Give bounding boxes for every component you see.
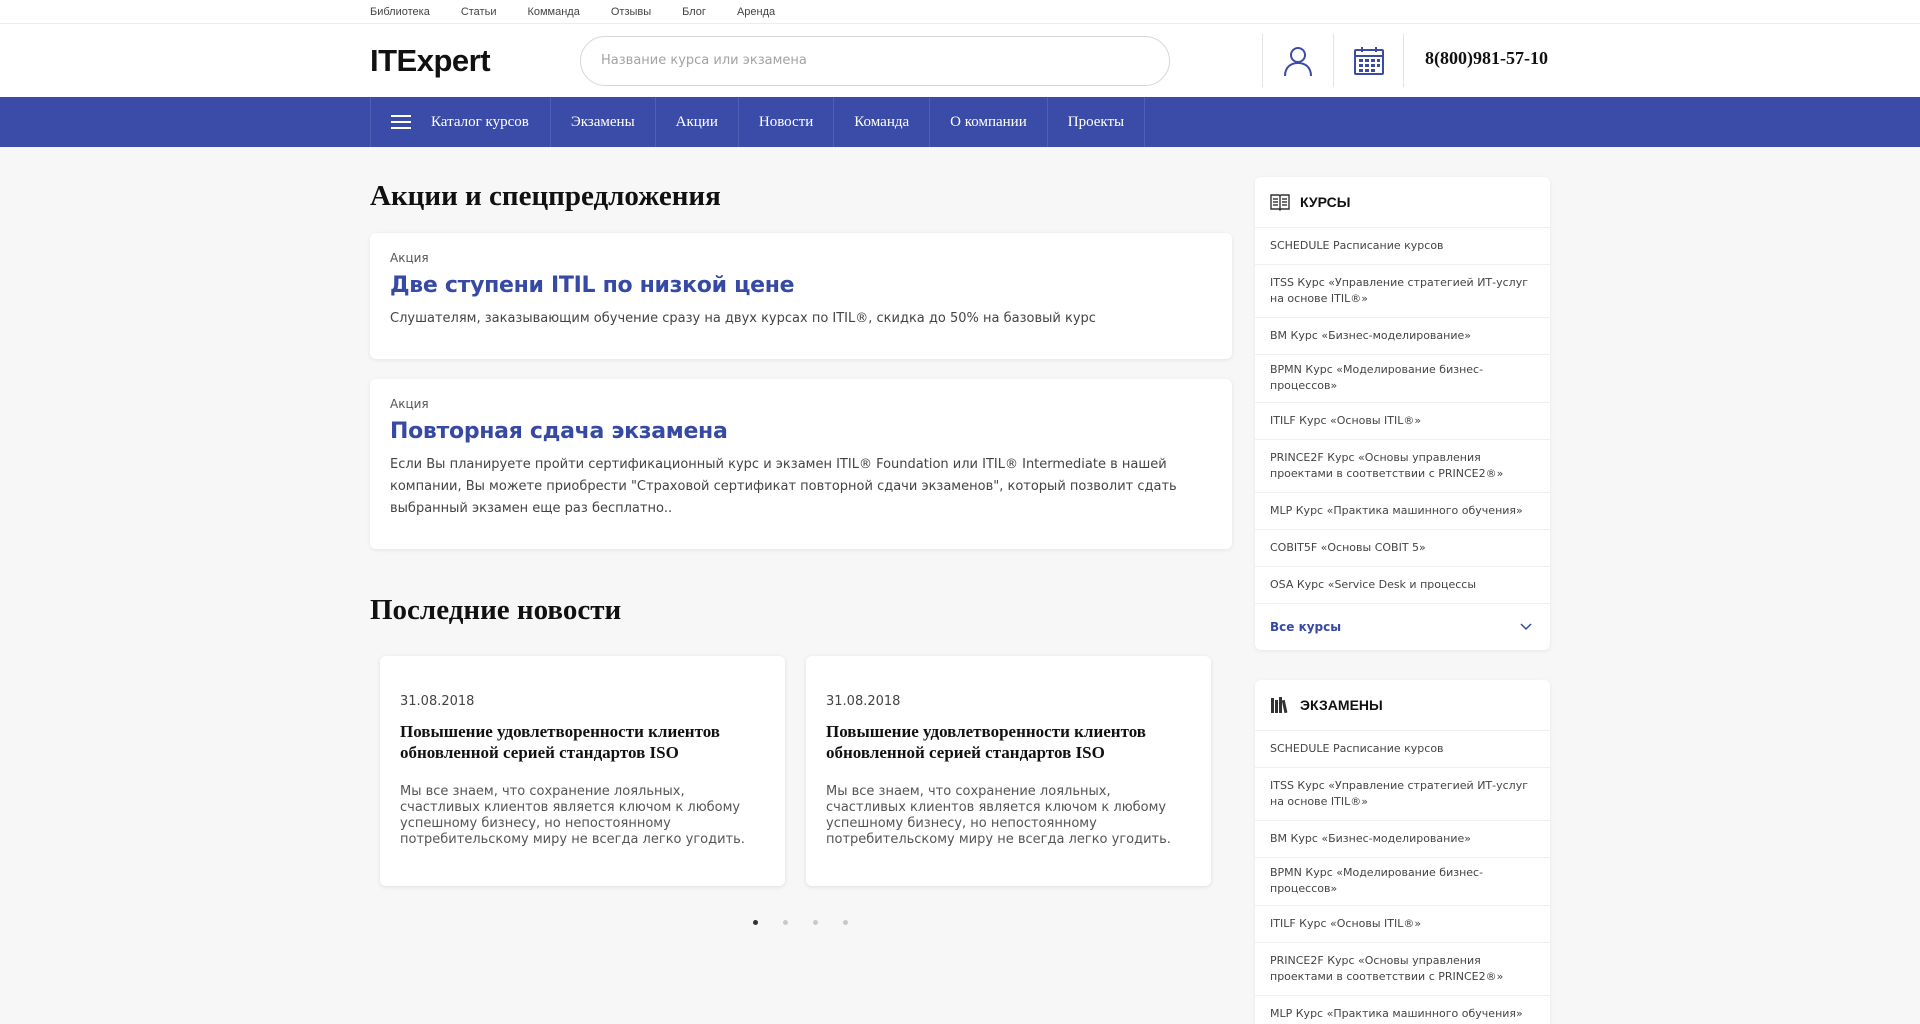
phone-number[interactable]: 8(800)981-57-10	[1425, 48, 1548, 69]
carousel-pager	[753, 920, 1232, 925]
course-item[interactable]: OSA Курс «Service Desk и процессы	[1255, 566, 1550, 603]
promo-card[interactable]: Акция Повторная сдача экзамена Если Вы п…	[370, 379, 1232, 549]
course-item[interactable]: BPMN Курс «Моделирование бизнес-процессо…	[1255, 354, 1550, 402]
search-input[interactable]	[580, 35, 1170, 86]
course-item[interactable]: COBIT5F «Основы COBIT 5»	[1255, 529, 1550, 566]
news-carousel: 31.08.2018 Повышение удовлетворенности к…	[370, 656, 1232, 886]
news-card[interactable]: 31.08.2018 Повышение удовлетворенности к…	[806, 656, 1211, 886]
pager-dot-4[interactable]	[843, 920, 848, 925]
exams-title: ЭКЗАМЕНЫ	[1300, 697, 1383, 713]
news-title[interactable]: Повышение удовлетворенности клиентов обн…	[400, 721, 765, 763]
site-logo[interactable]: ITExpert	[370, 43, 580, 79]
nav-item-label: Каталог курсов	[431, 113, 529, 130]
book-icon	[1270, 193, 1290, 211]
all-courses-label: Все курсы	[1270, 620, 1342, 634]
top-link-articles[interactable]: Статьи	[461, 6, 497, 18]
exam-item[interactable]: BM Курс «Бизнес-моделирование»	[1255, 820, 1550, 857]
account-button[interactable]	[1262, 34, 1333, 87]
exam-item[interactable]: BPMN Курс «Моделирование бизнес-процессо…	[1255, 857, 1550, 905]
course-item[interactable]: PRINCE2F Курс «Основы управления проекта…	[1255, 439, 1550, 492]
books-icon	[1270, 696, 1290, 714]
nav-item-promos[interactable]: Акции	[654, 97, 738, 147]
pager-dot-2[interactable]	[783, 920, 788, 925]
news-date: 31.08.2018	[400, 694, 475, 709]
promo-title[interactable]: Повторная сдача экзамена	[390, 419, 1212, 444]
all-courses-toggle[interactable]: Все курсы	[1255, 603, 1550, 650]
courses-header: КУРСЫ	[1255, 177, 1550, 227]
calendar-icon	[1353, 46, 1384, 75]
exam-item[interactable]: ITILF Курс «Основы ITIL®»	[1255, 905, 1550, 942]
news-excerpt: Мы все знаем, что сохранение лояльных, с…	[400, 784, 745, 847]
news-date: 31.08.2018	[826, 694, 901, 709]
nav-item-catalog[interactable]: Каталог курсов	[370, 97, 550, 147]
course-item[interactable]: ITILF Курс «Основы ITIL®»	[1255, 402, 1550, 439]
top-link-blog[interactable]: Блог	[682, 6, 706, 18]
nav-item-news[interactable]: Новости	[737, 97, 833, 147]
exam-item[interactable]: SCHEDULE Расписание курсов	[1255, 730, 1550, 767]
news-heading: Последние новости	[370, 594, 622, 626]
site-header: ITExpert Название курса или экзамена 8(8…	[0, 24, 1920, 97]
courses-title: КУРСЫ	[1300, 194, 1351, 210]
exam-item[interactable]: PRINCE2F Курс «Основы управления проекта…	[1255, 942, 1550, 995]
exams-header: ЭКЗАМЕНЫ	[1255, 680, 1550, 730]
exam-item[interactable]: MLP Курс «Практика машинного обучения»	[1255, 995, 1550, 1024]
courses-box: КУРСЫ SCHEDULE Расписание курсов ITSS Ку…	[1255, 177, 1550, 650]
course-item[interactable]: MLP Курс «Практика машинного обучения»	[1255, 492, 1550, 529]
user-icon	[1284, 46, 1312, 76]
promo-description: Если Вы планируете пройти сертификационн…	[390, 457, 1177, 516]
top-link-reviews[interactable]: Отзывы	[611, 6, 651, 18]
pager-dot-1[interactable]	[753, 920, 758, 925]
nav-item-team[interactable]: Команда	[833, 97, 929, 147]
pager-dot-3[interactable]	[813, 920, 818, 925]
top-link-team[interactable]: Комманда	[527, 6, 579, 18]
news-excerpt: Мы все знаем, что сохранение лояльных, с…	[826, 784, 1171, 847]
chevron-down-icon	[1520, 623, 1532, 631]
calendar-button[interactable]	[1333, 34, 1404, 87]
top-link-library[interactable]: Библиотека	[370, 6, 430, 18]
header-icons	[1262, 34, 1404, 87]
promos-heading: Акции и спецпредложения	[370, 180, 721, 212]
promo-description: Слушателям, заказывающим обучение сразу …	[390, 311, 1096, 326]
main-content: Акции и спецпредложения Акция Две ступен…	[370, 147, 1232, 925]
exams-box: ЭКЗАМЕНЫ SCHEDULE Расписание курсов ITSS…	[1255, 680, 1550, 1024]
menu-icon	[391, 115, 411, 129]
nav-item-exams[interactable]: Экзамены	[549, 97, 655, 147]
promo-tag: Акция	[390, 251, 429, 265]
promo-card[interactable]: Акция Две ступени ITIL по низкой цене Сл…	[370, 233, 1232, 359]
nav-item-about[interactable]: О компании	[929, 97, 1047, 147]
top-links-bar: Библиотека Статьи Комманда Отзывы Блог А…	[0, 0, 1920, 24]
course-item[interactable]: BM Курс «Бизнес-моделирование»	[1255, 317, 1550, 354]
exam-item[interactable]: ITSS Курс «Управление стратегией ИТ-услу…	[1255, 767, 1550, 820]
top-link-rent[interactable]: Аренда	[737, 6, 775, 18]
nav-item-projects[interactable]: Проекты	[1046, 97, 1146, 147]
news-card[interactable]: 31.08.2018 Повышение удовлетворенности к…	[380, 656, 785, 886]
course-item[interactable]: ITSS Курс «Управление стратегией ИТ-услу…	[1255, 264, 1550, 317]
main-nav: Каталог курсов Экзамены Акции Новости Ко…	[0, 97, 1920, 147]
news-title[interactable]: Повышение удовлетворенности клиентов обн…	[826, 721, 1191, 763]
promo-title[interactable]: Две ступени ITIL по низкой цене	[390, 273, 1212, 298]
promo-tag: Акция	[390, 397, 429, 411]
course-item[interactable]: SCHEDULE Расписание курсов	[1255, 227, 1550, 264]
sidebar: КУРСЫ SCHEDULE Расписание курсов ITSS Ку…	[1255, 177, 1550, 1024]
